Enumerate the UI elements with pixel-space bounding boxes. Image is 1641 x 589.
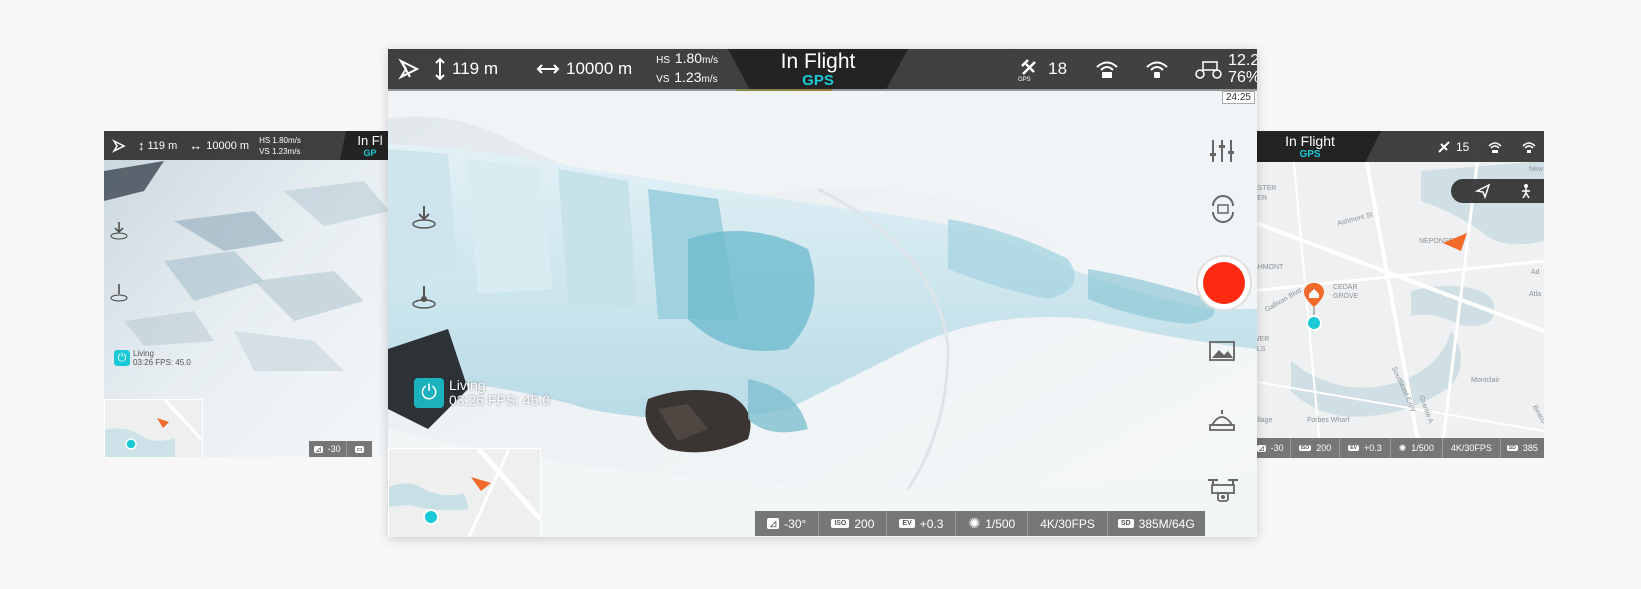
- record-button[interactable]: [1196, 255, 1252, 311]
- sd-card-icon: SD: [1117, 519, 1134, 528]
- vertical-speed: VS 1.23m/s: [259, 146, 301, 156]
- camera-parameters-bar: ◿ -30° ISO 200 EV +0.3 ✺ 1/500 4K/30FPS …: [755, 511, 1205, 536]
- living-info: 03:26 FPS: 45.0: [449, 392, 551, 408]
- ev-param[interactable]: EV +0.3: [887, 511, 957, 536]
- hs-value: 1.80: [674, 50, 703, 66]
- distance-icon: [536, 63, 560, 75]
- gps-mode-text: GPS: [802, 72, 834, 89]
- horizontal-speed: HS 1.80m/s: [259, 135, 301, 145]
- living-indicator[interactable]: ⏻ Living 03:26 FPS: 45.0: [114, 349, 191, 367]
- voltage-value: 12.26V: [1228, 52, 1257, 69]
- right-screen-preview: ASTER TER Ashmont St NEPONSET SHMONT CED…: [1251, 131, 1544, 458]
- flight-status-text: In Flight: [1285, 133, 1335, 149]
- drone-camera-icon[interactable]: [1206, 475, 1240, 505]
- altitude-icon: [434, 57, 446, 81]
- storage-param[interactable]: SD 385M/64G: [1108, 511, 1205, 536]
- gps-mode-text: GPS: [1299, 149, 1321, 160]
- flight-status-text: In Fl: [357, 133, 383, 148]
- left-screen-preview: ↕ 119 m ↔ 10000 m HS 1.80m/s VS 1.23m/s …: [104, 131, 389, 457]
- gps-satellite-icon: GPS: [1018, 57, 1042, 81]
- exposure-icon: ◿: [1257, 444, 1266, 452]
- iso-param[interactable]: ISO 200: [819, 511, 888, 536]
- exposure-value: -30: [327, 444, 341, 454]
- left-bottom-bar: ◿ -30 ▭: [309, 441, 373, 457]
- right-flight-status: In Flight GPS: [1251, 131, 1381, 162]
- drone-arrow-icon: [157, 418, 169, 428]
- distance-value: 10000 m: [206, 139, 250, 152]
- distance-icon: ↔: [189, 138, 203, 153]
- drone-battery-icon: [1195, 58, 1223, 80]
- landing-icon[interactable]: [108, 281, 130, 303]
- flight-mode-icon[interactable]: [398, 58, 420, 80]
- living-info: 03:26 FPS: 45.0: [133, 358, 191, 367]
- satellite-count: 18: [1048, 59, 1068, 78]
- ev-icon: EV: [899, 519, 915, 528]
- user-location-icon: [1306, 315, 1322, 331]
- gimbal-icon[interactable]: [1206, 407, 1238, 435]
- iso-icon: ISO: [1298, 445, 1312, 451]
- battery-percent: 76%: [1228, 69, 1257, 86]
- iso-icon: ISO: [831, 519, 850, 528]
- camera-switch-icon[interactable]: [1208, 194, 1238, 224]
- altitude-value: 119 m: [147, 139, 178, 152]
- living-label: Living: [133, 349, 154, 358]
- gps-mode-text: GP: [363, 148, 377, 158]
- altitude-icon: ↕: [138, 138, 145, 153]
- map-mode-toolbar: [1451, 179, 1544, 203]
- flight-status-text: In Flight: [780, 50, 856, 73]
- resolution-param[interactable]: 4K/30FPS: [1028, 511, 1108, 536]
- living-indicator[interactable]: ⏻ Living 03:26 FPS: 45.0: [414, 378, 550, 408]
- vs-label: VS: [656, 74, 670, 85]
- power-icon: ⏻: [414, 378, 444, 408]
- right-bottom-bar: ◿ -30 ISO 200 EV +0.3 ✺ 1/500 4K/30FPS SD 385: [1251, 438, 1544, 458]
- gallery-icon[interactable]: [1208, 339, 1236, 363]
- remote-controller-signal-icon: [1145, 59, 1169, 79]
- follow-me-icon[interactable]: [1519, 183, 1533, 199]
- altitude-value: 119 m: [452, 59, 498, 78]
- camera-settings-sliders-icon[interactable]: [1208, 137, 1236, 165]
- vs-value: 1.23: [674, 69, 702, 85]
- gps-satellite-icon: [1436, 139, 1452, 155]
- shutter-icon: ✺: [1398, 442, 1407, 453]
- takeoff-icon[interactable]: [108, 219, 130, 241]
- main-flight-status: In Flight GPS: [728, 49, 908, 89]
- distance-value: 10000 m: [566, 59, 633, 78]
- svg-text:GPS: GPS: [1018, 77, 1031, 81]
- image-signal-icon: [1487, 140, 1503, 154]
- living-label: Living: [449, 377, 486, 393]
- main-camera-screen: 119 m 10000 m HS 1.80m/s VS 1.23m/s GPS …: [388, 49, 1257, 537]
- flight-mode-icon[interactable]: [112, 138, 126, 153]
- takeoff-icon[interactable]: [410, 203, 438, 231]
- flight-timer: 24:25: [1221, 91, 1255, 104]
- record-indicator: [1203, 262, 1245, 304]
- locate-drone-icon[interactable]: [1475, 183, 1491, 199]
- ev-icon: EV: [1348, 445, 1359, 451]
- left-minimap[interactable]: [104, 399, 203, 457]
- home-point-marker[interactable]: [1303, 281, 1325, 333]
- shutter-icon: ✺: [968, 515, 981, 531]
- speed-readout: HS 1.80m/s VS 1.23m/s: [656, 50, 719, 85]
- home-point-icon: [423, 509, 439, 525]
- drone-position-arrow: [1441, 231, 1469, 253]
- remote-signal-icon: [1521, 140, 1537, 154]
- sd-card-icon: SD: [1506, 445, 1518, 451]
- image-transmission-icon: [1095, 59, 1119, 79]
- exposure-icon: ◿: [767, 518, 780, 529]
- main-minimap[interactable]: [388, 448, 541, 537]
- satellite-count: 15: [1456, 139, 1470, 154]
- drone-arrow-icon: [471, 477, 491, 491]
- battery-status-strip: [388, 89, 1257, 91]
- left-flight-status: In Fl GP: [340, 131, 389, 160]
- home-point-icon: [125, 438, 137, 450]
- landing-icon[interactable]: [410, 283, 438, 311]
- shutter-param[interactable]: ✺ 1/500: [956, 511, 1029, 536]
- power-icon: ⏻: [114, 350, 130, 366]
- battery-readout: 12.26V 76%: [1228, 52, 1257, 86]
- exposure-param[interactable]: ◿ -30°: [755, 511, 820, 536]
- hs-label: HS: [656, 55, 671, 66]
